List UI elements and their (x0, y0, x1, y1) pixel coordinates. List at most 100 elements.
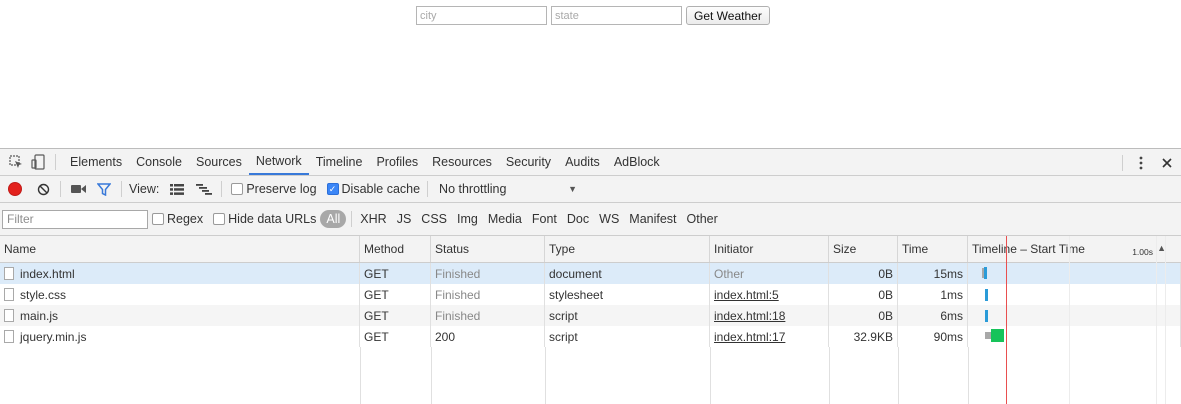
tab-sources[interactable]: Sources (189, 149, 249, 175)
status-cell: Finished (431, 305, 545, 326)
regex-box[interactable] (152, 213, 164, 225)
file-icon (4, 288, 14, 301)
hide-data-urls-box[interactable] (213, 213, 226, 225)
hide-data-urls-label: Hide data URLs (228, 212, 317, 226)
initiator-cell: index.html:5 (710, 284, 829, 305)
column-status[interactable]: Status (431, 236, 545, 262)
initiator-link[interactable]: index.html:5 (714, 288, 779, 302)
type-cell: stylesheet (545, 284, 710, 305)
request-name: jquery.min.js (20, 329, 87, 344)
timeline-cell (968, 305, 1181, 326)
regex-checkbox[interactable]: Regex (152, 212, 203, 226)
table-row[interactable]: jquery.min.js GET 200 script index.html:… (0, 326, 1181, 347)
table-row[interactable]: style.css GET Finished stylesheet index.… (0, 284, 1181, 305)
filter-type-xhr[interactable]: XHR (355, 212, 391, 226)
size-cell: 0B (829, 263, 898, 284)
column-size[interactable]: Size (829, 236, 898, 262)
timeline-cell (968, 284, 1181, 305)
tab-timeline[interactable]: Timeline (309, 149, 370, 175)
filter-type-other[interactable]: Other (682, 212, 723, 226)
initiator-link[interactable]: index.html:17 (714, 330, 785, 344)
filter-type-css[interactable]: CSS (416, 212, 452, 226)
name-cell[interactable]: style.css (0, 284, 360, 305)
overview-icon[interactable] (194, 179, 214, 199)
status-cell: Finished (431, 284, 545, 305)
time-cell: 1ms (898, 284, 968, 305)
filter-type-all[interactable]: All (320, 210, 347, 228)
city-input[interactable] (416, 6, 547, 25)
type-cell: script (545, 326, 710, 347)
get-weather-button[interactable]: Get Weather (686, 6, 770, 25)
view-label: View: (129, 182, 160, 196)
filter-type-js[interactable]: JS (392, 212, 417, 226)
tab-elements[interactable]: Elements (63, 149, 129, 175)
file-icon (4, 309, 14, 322)
preserve-log-checkbox[interactable]: Preserve log (231, 182, 317, 196)
timeline-header-label: Timeline – Start Time (972, 242, 1085, 256)
filter-type-doc[interactable]: Doc (562, 212, 594, 226)
size-cell: 32.9KB (829, 326, 898, 347)
method-cell: GET (360, 263, 431, 284)
toolbar-divider (427, 181, 429, 197)
tabbar-actions (1122, 149, 1177, 176)
preserve-log-label: Preserve log (246, 182, 317, 196)
regex-label: Regex (167, 212, 204, 226)
filter-type-ws[interactable]: WS (594, 212, 624, 226)
type-cell: script (545, 305, 710, 326)
name-cell[interactable]: index.html (0, 263, 360, 284)
table-row[interactable]: main.js GET Finished script index.html:1… (0, 305, 1181, 326)
state-input[interactable] (551, 6, 682, 25)
name-cell[interactable]: main.js (0, 305, 360, 326)
column-initiator[interactable]: Initiator (710, 236, 829, 262)
filter-type-manifest[interactable]: Manifest (624, 212, 681, 226)
tab-resources[interactable]: Resources (425, 149, 499, 175)
close-icon[interactable] (1157, 153, 1177, 173)
large-rows-icon[interactable] (167, 179, 187, 199)
filter-type-img[interactable]: Img (452, 212, 483, 226)
clear-icon[interactable] (33, 179, 53, 199)
toolbar-divider (60, 181, 61, 197)
tab-network[interactable]: Network (248, 149, 309, 175)
hide-data-urls-checkbox[interactable]: Hide data URLs (213, 212, 316, 226)
column-type[interactable]: Type (545, 236, 710, 262)
throttling-select[interactable]: No throttling ▼ (439, 182, 577, 196)
column-method[interactable]: Method (360, 236, 431, 262)
initiator-cell: Other (710, 263, 829, 284)
time-cell: 6ms (898, 305, 968, 326)
initiator-link[interactable]: index.html:18 (714, 309, 785, 323)
filter-input[interactable] (2, 209, 148, 229)
filter-type-media[interactable]: Media (483, 212, 527, 226)
more-options-icon[interactable] (1131, 153, 1151, 173)
disable-cache-box[interactable]: ✓ (326, 183, 339, 195)
toolbar-divider (121, 181, 122, 197)
method-cell: GET (360, 326, 431, 347)
filter-bar: Regex Hide data URLs All XHR JS CSS Img … (0, 203, 1181, 236)
request-name: style.css (20, 287, 67, 302)
tab-audits[interactable]: Audits (558, 149, 607, 175)
device-mode-icon[interactable] (28, 152, 48, 172)
tab-profiles[interactable]: Profiles (369, 149, 425, 175)
request-table: Name Method Status Type Initiator Size T… (0, 236, 1181, 404)
column-time[interactable]: Time (898, 236, 968, 262)
column-timeline[interactable]: Timeline – Start Time 1.00s ▲ (968, 236, 1181, 262)
tab-adblock[interactable]: AdBlock (607, 149, 667, 175)
column-name[interactable]: Name (0, 236, 360, 262)
tab-console[interactable]: Console (129, 149, 189, 175)
sort-ascending-icon: ▲ (1157, 243, 1166, 253)
disable-cache-checkbox[interactable]: ✓ Disable cache (326, 182, 421, 196)
size-cell: 0B (829, 305, 898, 326)
inspect-element-icon[interactable] (6, 152, 26, 172)
disable-cache-label: Disable cache (341, 182, 421, 196)
weather-form: Get Weather (416, 6, 770, 25)
time-cell: 90ms (898, 326, 968, 347)
filter-type-font[interactable]: Font (527, 212, 562, 226)
table-row[interactable]: index.html GET Finished document Other 0… (0, 263, 1181, 284)
record-icon[interactable] (9, 183, 21, 195)
file-icon (4, 330, 14, 343)
video-camera-icon[interactable] (68, 179, 88, 199)
preserve-log-box[interactable] (231, 183, 244, 195)
name-cell[interactable]: jquery.min.js (0, 326, 360, 347)
tab-security[interactable]: Security (499, 149, 558, 175)
filter-icon[interactable] (94, 179, 114, 199)
timeline-scale-label: 1.00s (1132, 247, 1153, 257)
